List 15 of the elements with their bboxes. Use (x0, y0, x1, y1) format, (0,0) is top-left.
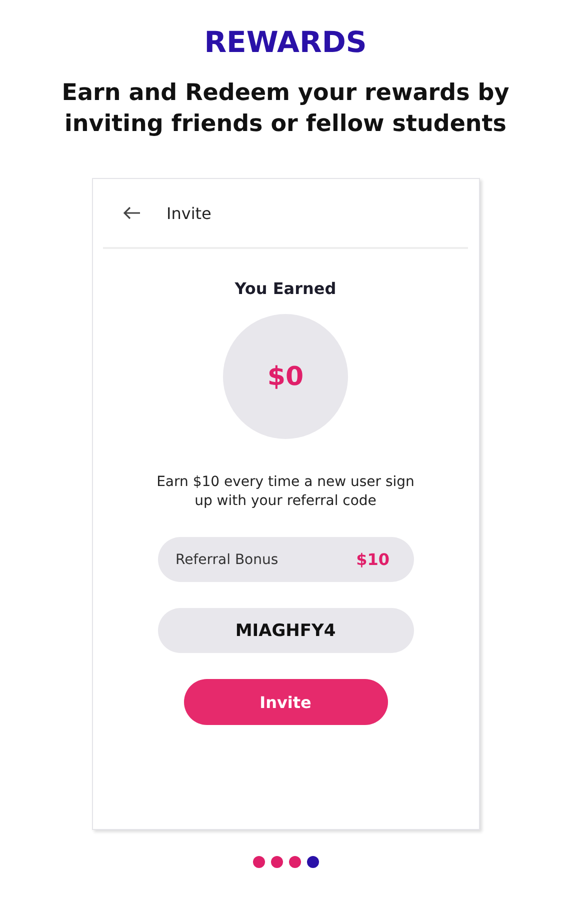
back-arrow-icon[interactable] (122, 206, 140, 220)
pager-dot[interactable] (306, 856, 318, 868)
referral-description: Earn $10 every time a new user sign up with your referral code (156, 473, 416, 511)
pager-dot[interactable] (252, 856, 264, 868)
earned-label: You Earned (234, 279, 336, 298)
earned-amount: $0 (223, 314, 348, 439)
pager-dot[interactable] (270, 856, 282, 868)
bonus-label: Referral Bonus (176, 552, 278, 568)
page-heading: REWARDS (204, 24, 367, 60)
bonus-amount: $10 (356, 550, 390, 569)
pager-dot[interactable] (288, 856, 300, 868)
referral-code: MIAGHFY4 (158, 608, 414, 653)
invite-button[interactable]: Invite (184, 679, 388, 725)
screen-title: Invite (166, 204, 212, 222)
page-subtitle: Earn and Redeem your rewards by inviting friends or fellow students (60, 79, 510, 139)
